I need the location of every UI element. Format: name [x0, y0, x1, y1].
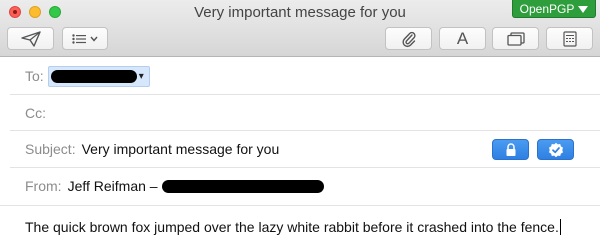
- window-title: Very important message for you: [194, 4, 406, 21]
- format-bar-button[interactable]: [546, 27, 593, 50]
- format-bar-icon: [562, 30, 577, 47]
- header-fields-menu-button[interactable]: [62, 27, 108, 50]
- encrypt-toggle-button[interactable]: [492, 139, 529, 160]
- from-name: Jeff Reifman –: [67, 178, 158, 194]
- text-caret: [559, 219, 561, 235]
- header-body-divider: [0, 205, 600, 206]
- chevron-down-icon: [90, 36, 98, 42]
- photo-browser-icon: [506, 31, 525, 46]
- redacted-sender-email: [161, 179, 324, 193]
- message-body-text: The quick brown fox jumped over the lazy…: [25, 219, 559, 235]
- redacted-recipient: [50, 69, 137, 83]
- chevron-down-icon: ▾: [138, 70, 144, 82]
- send-button[interactable]: [7, 27, 54, 50]
- font-button[interactable]: A: [439, 27, 486, 50]
- from-row[interactable]: From: Jeff Reifman –: [10, 168, 600, 204]
- message-body[interactable]: The quick brown fox jumped over the lazy…: [25, 219, 561, 235]
- attach-button[interactable]: [385, 27, 432, 50]
- cc-row[interactable]: Cc:: [10, 95, 600, 131]
- openpgp-menu-button[interactable]: OpenPGP: [512, 0, 596, 18]
- font-icon: A: [456, 28, 469, 48]
- chevron-down-icon: [578, 5, 589, 13]
- openpgp-label: OpenPGP: [519, 1, 575, 16]
- paper-plane-icon: [20, 30, 41, 47]
- subject-field[interactable]: Very important message for you: [82, 141, 280, 157]
- cc-label: Cc:: [25, 104, 46, 121]
- lock-icon: [506, 142, 515, 156]
- paperclip-icon: [401, 31, 416, 47]
- photo-browser-button[interactable]: [492, 27, 539, 50]
- window-titlebar: Very important message for you OpenPGP A: [0, 0, 600, 57]
- signed-badge-icon: [548, 142, 563, 157]
- to-recipient-token[interactable]: ▾: [47, 65, 150, 87]
- list-icon: [72, 33, 86, 44]
- to-label: To:: [25, 68, 44, 84]
- sign-toggle-button[interactable]: [537, 139, 574, 160]
- to-row: To: ▾: [10, 58, 600, 95]
- from-label: From:: [25, 178, 62, 194]
- subject-label: Subject:: [25, 141, 76, 157]
- subject-row[interactable]: Subject: Very important message for you: [10, 131, 600, 168]
